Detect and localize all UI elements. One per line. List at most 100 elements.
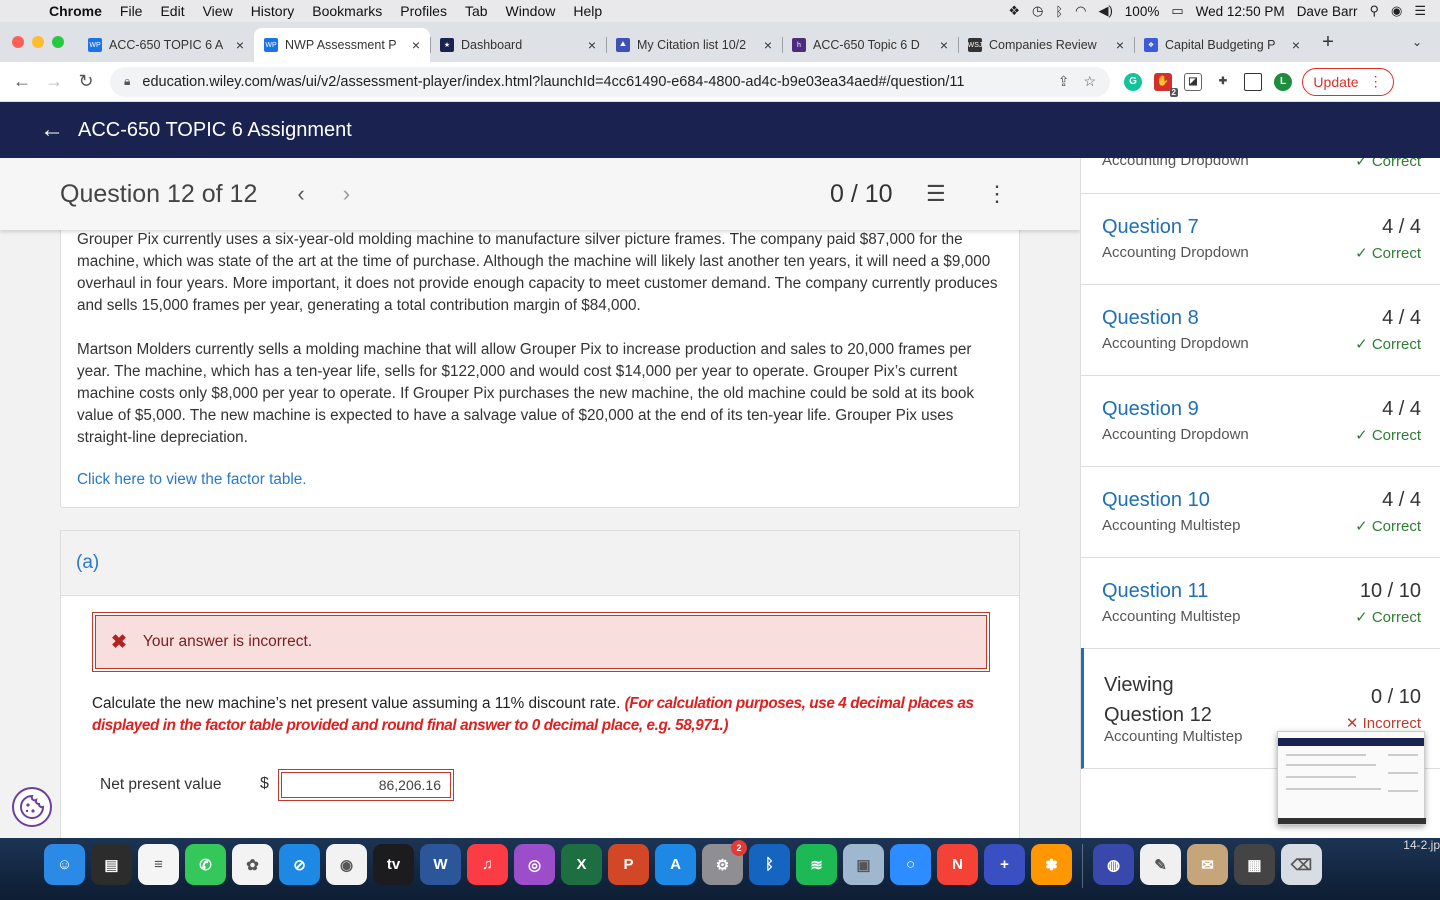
- tab-4[interactable]: h ACC-650 Topic 6 D ×: [782, 28, 958, 62]
- dock-settings-icon[interactable]: ⚙ 2: [702, 840, 747, 885]
- back-arrow-icon[interactable]: ←: [6, 71, 38, 92]
- battery-icon[interactable]: ▭: [1171, 3, 1183, 19]
- tab-1[interactable]: WP NWP Assessment P ×: [254, 28, 430, 62]
- wifi-icon[interactable]: ◠: [1075, 3, 1086, 19]
- tab-0[interactable]: WP ACC-650 TOPIC 6 A ×: [78, 28, 254, 62]
- question-nav-item-8[interactable]: Question 8 4 / 4 Accounting Dropdown ✓ Corr…: [1081, 285, 1440, 376]
- dock-appstore-icon[interactable]: A: [655, 844, 696, 885]
- dock-bluetooth-icon[interactable]: ᛒ: [749, 844, 790, 885]
- dock-trash-icon[interactable]: ⌫: [1281, 844, 1322, 885]
- adblock-icon[interactable]: ✋ 2: [1154, 72, 1178, 97]
- minimize-window-button[interactable]: [32, 36, 44, 48]
- profile-avatar[interactable]: L: [1274, 72, 1292, 91]
- tab-close-icon[interactable]: ×: [236, 37, 244, 53]
- dock-zoom-icon[interactable]: ○: [890, 844, 931, 885]
- question-link[interactable]: Question 9: [1102, 398, 1199, 421]
- time-machine-icon[interactable]: ◷: [1032, 3, 1043, 19]
- menu-view[interactable]: View: [194, 3, 242, 19]
- back-arrow-icon[interactable]: ←: [40, 116, 64, 144]
- dock-facetime-icon[interactable]: ✆: [185, 844, 226, 885]
- question-link[interactable]: Question 7: [1102, 216, 1199, 239]
- dock-printer-icon[interactable]: ▦: [1234, 844, 1275, 885]
- dock-powerpoint-icon[interactable]: P: [608, 844, 649, 885]
- dock-network-icon[interactable]: ◍: [1093, 844, 1134, 885]
- datetime[interactable]: Wed 12:50 PM: [1196, 4, 1285, 19]
- zoom-window-button[interactable]: [52, 36, 64, 48]
- dock-podcasts-icon[interactable]: ◎: [514, 844, 555, 885]
- bookmark-star-icon[interactable]: ☆: [1083, 73, 1096, 90]
- tab-close-icon[interactable]: ×: [412, 37, 420, 53]
- question-list-icon[interactable]: ☰: [926, 181, 946, 207]
- tab-2[interactable]: ★ Dashboard ×: [430, 28, 606, 62]
- siri-icon[interactable]: ◉: [1391, 3, 1402, 19]
- dock-spotify-icon[interactable]: ≋: [796, 844, 837, 885]
- close-window-button[interactable]: [12, 36, 24, 48]
- lock-icon[interactable]: 🔒︎: [124, 74, 130, 89]
- volume-icon[interactable]: ◀): [1098, 3, 1112, 19]
- new-tab-button[interactable]: +: [1310, 31, 1346, 54]
- reload-icon[interactable]: ↻: [70, 71, 102, 92]
- dock-activity-icon[interactable]: ▤: [91, 844, 132, 885]
- question-link[interactable]: Question 10: [1102, 489, 1210, 512]
- menu-edit[interactable]: Edit: [151, 3, 193, 19]
- question-nav-item-6[interactable]: Accounting Dropdown ✓ Correct: [1081, 158, 1440, 194]
- question-link[interactable]: Question 11: [1102, 580, 1208, 603]
- bluetooth-icon[interactable]: ᛒ: [1055, 4, 1063, 19]
- dock-screenshot-icon[interactable]: +: [984, 844, 1025, 885]
- url-text[interactable]: education.wiley.com/was/ui/v2/assessment…: [142, 74, 1043, 90]
- update-button[interactable]: Update ⋮: [1302, 67, 1394, 96]
- extension-icon[interactable]: ◪: [1184, 72, 1202, 91]
- factor-table-link[interactable]: Click here to view the factor table.: [77, 471, 307, 489]
- dock-finder-icon[interactable]: ☺: [44, 844, 85, 885]
- dock-photos-icon[interactable]: ✿: [232, 844, 273, 885]
- sidepanel-icon[interactable]: [1244, 72, 1262, 91]
- question-nav-item-10[interactable]: Question 10 4 / 4 Accounting Multistep ✓ Co…: [1081, 467, 1440, 558]
- menu-bookmarks[interactable]: Bookmarks: [303, 3, 391, 19]
- previous-question-chevron-icon[interactable]: ‹: [297, 181, 304, 207]
- tab-6[interactable]: ❖ Capital Budgeting P ×: [1134, 28, 1310, 62]
- menu-profiles[interactable]: Profiles: [391, 3, 456, 19]
- next-question-chevron-icon[interactable]: ›: [343, 181, 350, 207]
- tab-search-chevron-icon[interactable]: ⌄: [1412, 35, 1440, 49]
- spotlight-icon[interactable]: ⚲: [1369, 3, 1379, 19]
- question-nav-item-11[interactable]: Question 11 10 / 10 Accounting Multistep ✓ …: [1081, 558, 1440, 649]
- extras-icon[interactable]: ❖: [1008, 3, 1020, 19]
- dock-preview2-icon[interactable]: ✉: [1187, 844, 1228, 885]
- dock-textedit-icon[interactable]: ✎: [1140, 844, 1181, 885]
- menu-window[interactable]: Window: [497, 3, 565, 19]
- menu-history[interactable]: History: [242, 3, 304, 19]
- npv-input[interactable]: [278, 769, 454, 801]
- dock-flower-icon[interactable]: ✽: [1031, 844, 1072, 885]
- question-link[interactable]: Question 8: [1102, 307, 1199, 330]
- dock-notes-icon[interactable]: ≡: [138, 844, 179, 885]
- more-options-icon[interactable]: ⋮: [986, 181, 1008, 207]
- cookie-settings-button[interactable]: [12, 787, 52, 827]
- menu-help[interactable]: Help: [564, 3, 611, 19]
- tab-close-icon[interactable]: ×: [1292, 37, 1300, 53]
- dock-safari-icon[interactable]: ⊘: [279, 844, 320, 885]
- dock-chrome-icon[interactable]: ◉: [326, 844, 367, 885]
- menu-tab[interactable]: Tab: [456, 3, 497, 19]
- screenshot-thumbnail[interactable]: [1277, 731, 1426, 825]
- user-name[interactable]: Dave Barr: [1297, 4, 1358, 19]
- dock-excel-icon[interactable]: X: [561, 844, 602, 885]
- forward-arrow-icon[interactable]: →: [38, 71, 70, 92]
- address-bar[interactable]: 🔒︎ education.wiley.com/was/ui/v2/assessm…: [110, 66, 1110, 97]
- dock-word-icon[interactable]: W: [420, 844, 461, 885]
- tab-close-icon[interactable]: ×: [940, 37, 948, 53]
- tab-3[interactable]: ⛰ My Citation list 10/2 ×: [606, 28, 782, 62]
- control-center-icon[interactable]: ☰: [1414, 3, 1426, 19]
- grammarly-icon[interactable]: G: [1124, 72, 1142, 91]
- menu-app-chrome[interactable]: Chrome: [40, 3, 111, 19]
- menu-file[interactable]: File: [111, 3, 152, 19]
- tab-close-icon[interactable]: ×: [764, 37, 772, 53]
- share-icon[interactable]: ⇪: [1058, 73, 1070, 90]
- dock-tv-icon[interactable]: tv: [373, 844, 414, 885]
- puzzle-icon[interactable]: ✚: [1214, 72, 1232, 91]
- question-nav-item-7[interactable]: Question 7 4 / 4 Accounting Dropdown ✓ Corr…: [1081, 194, 1440, 285]
- tab-close-icon[interactable]: ×: [588, 37, 596, 53]
- dock-preview-icon[interactable]: ▣: [843, 844, 884, 885]
- dock-news-icon[interactable]: N: [937, 844, 978, 885]
- dock-music-icon[interactable]: ♫: [467, 844, 508, 885]
- tab-close-icon[interactable]: ×: [1116, 37, 1124, 53]
